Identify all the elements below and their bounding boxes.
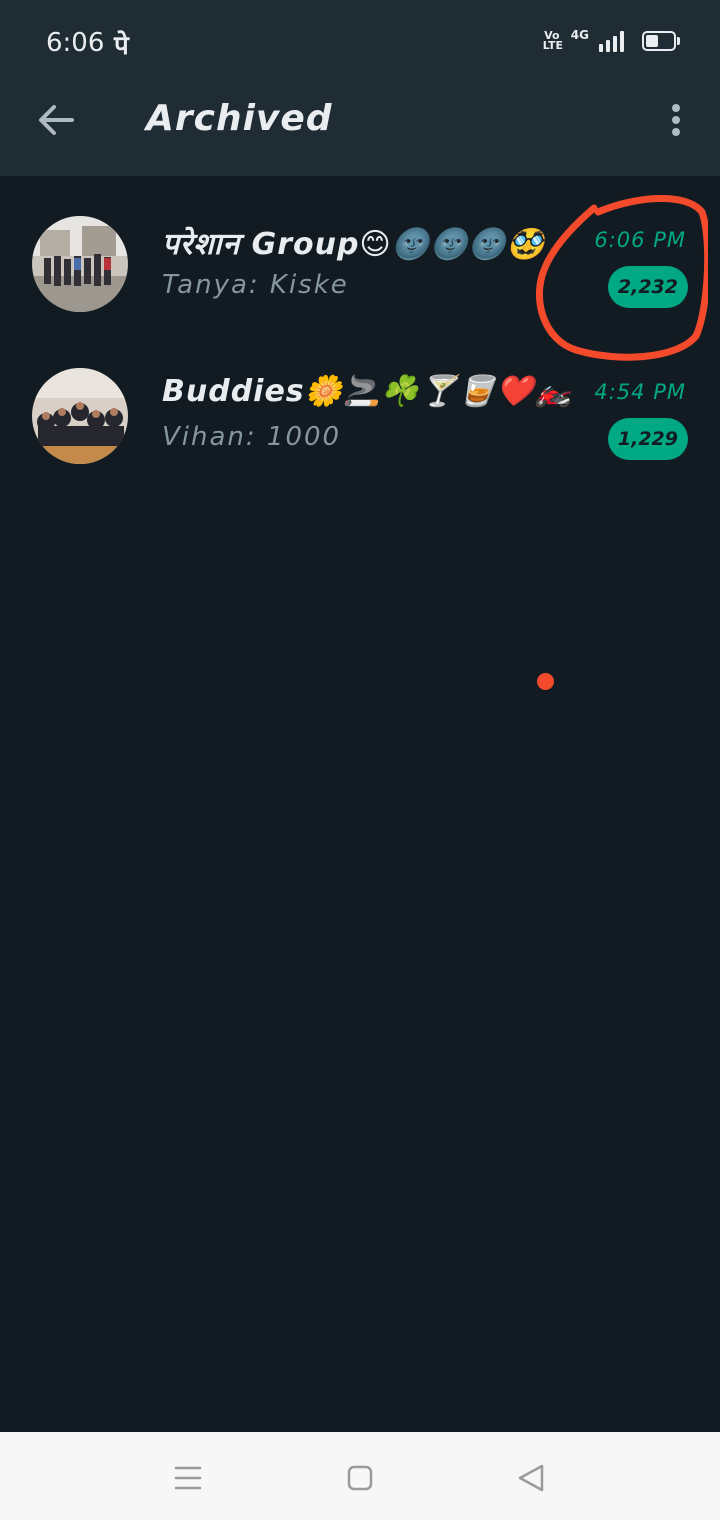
top-bar: 6:06 पे Vo LTE 4G Archived: [0, 0, 720, 176]
network-type-label: 4G: [570, 28, 589, 42]
back-triangle-icon[interactable]: [512, 1458, 552, 1498]
chat-last-message: Vihan: 1000: [162, 422, 342, 452]
chat-time: 4:54 PM: [594, 380, 686, 404]
archived-chats-screen: 6:06 पे Vo LTE 4G Archived परेशान Group😊…: [0, 0, 720, 1520]
group-avatar: [32, 216, 128, 312]
chat-name: Buddies🌼🚬☘️🍸🥃❤️🏍️: [162, 374, 574, 409]
battery-icon: [642, 31, 680, 51]
page-title: Archived: [146, 98, 333, 139]
chat-name: परेशान Group😊🌚🌚🌚🥸: [162, 227, 546, 262]
volte-icon: Vo LTE: [542, 29, 564, 52]
status-time: 6:06: [46, 28, 105, 58]
hamburger-icon[interactable]: [168, 1458, 208, 1498]
signal-icon: [599, 30, 624, 52]
system-nav-bar: [0, 1432, 720, 1520]
more-options-icon[interactable]: [664, 100, 688, 140]
home-square-icon[interactable]: [340, 1458, 380, 1498]
annotation-dot: [537, 673, 554, 690]
back-arrow-icon[interactable]: [34, 96, 78, 144]
annotation-circle: [536, 194, 708, 361]
unread-count-badge: 1,229: [607, 418, 688, 460]
status-indicators: Vo LTE 4G: [542, 28, 680, 52]
group-avatar: [32, 368, 128, 464]
status-app-notification: पे: [114, 31, 129, 61]
chat-last-message: Tanya: Kiske: [162, 270, 349, 300]
